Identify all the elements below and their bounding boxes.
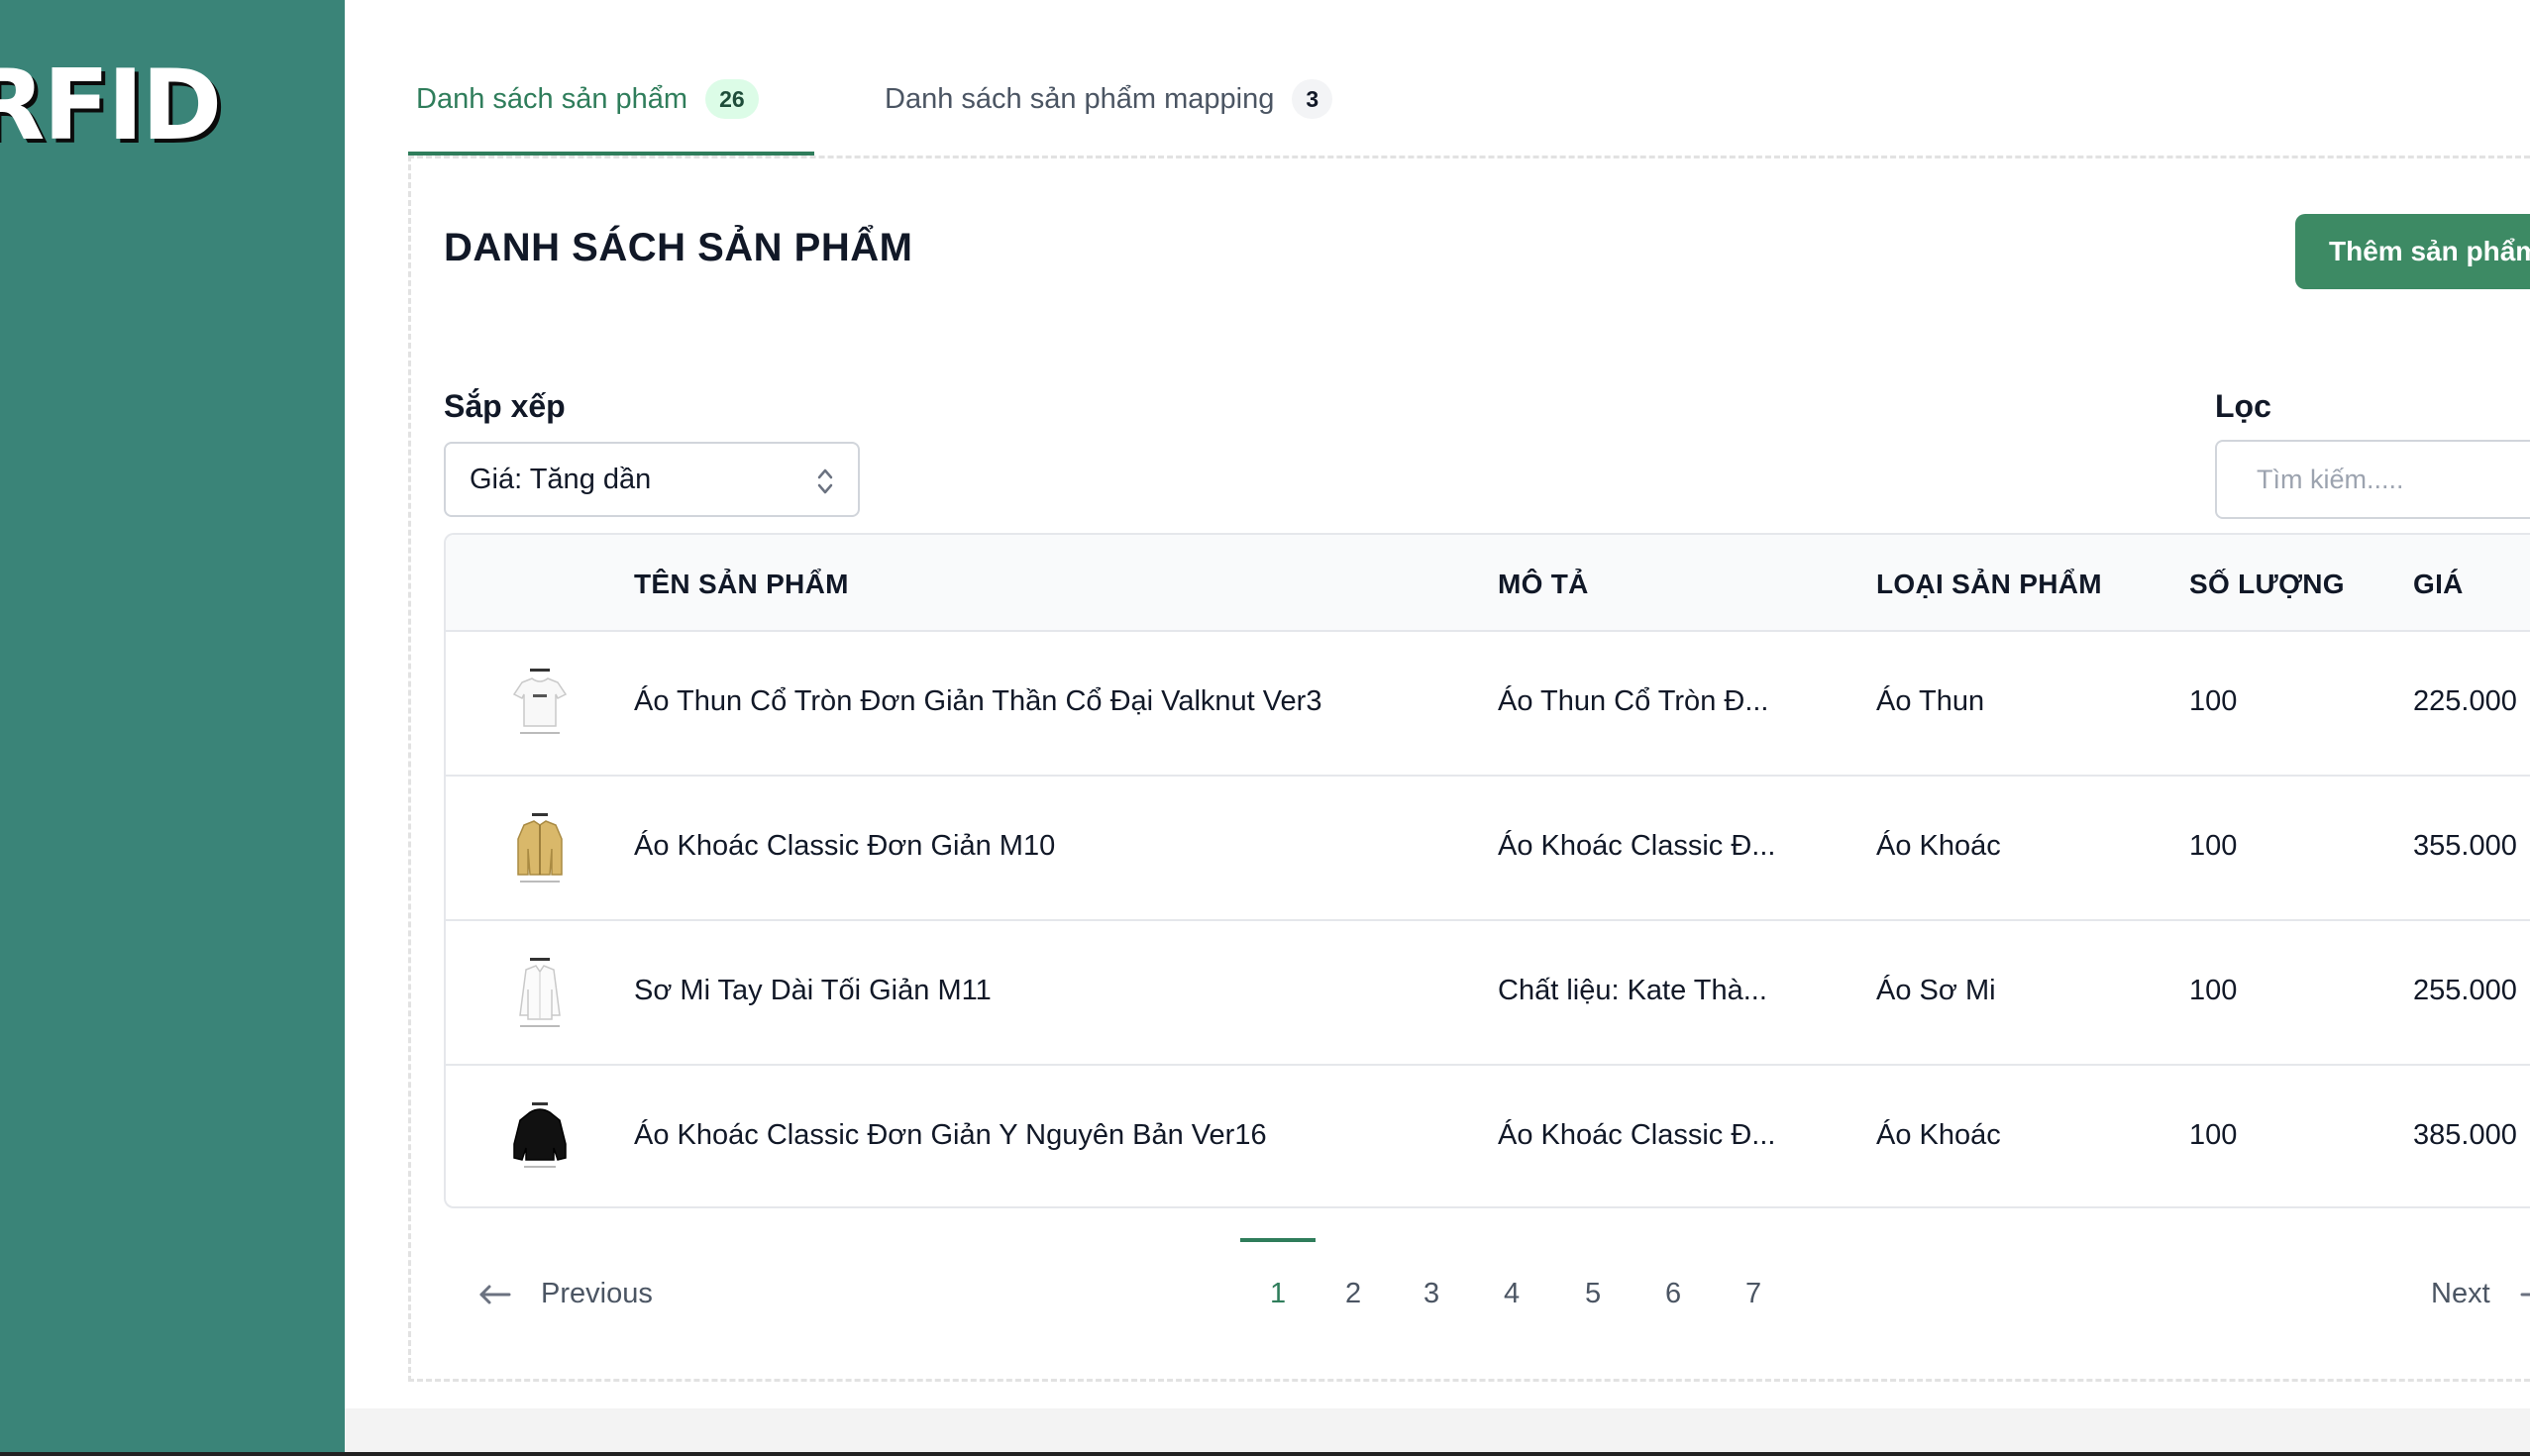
product-name[interactable]: Áo Khoác Classic Đơn Giản Y Nguyên Bản V…	[634, 1119, 1267, 1152]
next-page-button[interactable]: Next	[2431, 1278, 2530, 1310]
product-price: 355.000	[2413, 830, 2517, 862]
page-number-5[interactable]: 5	[1585, 1278, 1601, 1310]
product-type: Áo Khoác	[1876, 1119, 2001, 1151]
sort-label: Sắp xếp	[444, 388, 566, 424]
page-number-6[interactable]: 6	[1665, 1278, 1681, 1310]
black-jacket-icon	[495, 1093, 584, 1183]
sort-selected-value: Giá: Tăng dần	[470, 463, 652, 495]
product-table: TÊN SẢN PHẨM MÔ TẢ LOẠI SẢN PHẨM SỐ LƯỢN…	[444, 533, 2530, 1208]
app-logo[interactable]: RFID	[0, 57, 222, 155]
bottom-strip	[345, 1408, 2530, 1456]
product-name[interactable]: Áo Thun Cổ Tròn Đơn Giản Thần Cổ Đại Val…	[634, 685, 1321, 718]
arrow-left-icon	[479, 1285, 511, 1303]
product-name[interactable]: Sơ Mi Tay Dài Tối Giản M11	[634, 975, 992, 1007]
tab-count-badge: 3	[1292, 79, 1333, 119]
white-tshirt-icon	[495, 660, 584, 749]
product-price: 255.000	[2413, 975, 2517, 1006]
bottom-divider	[0, 1452, 2530, 1456]
tab-count-badge: 26	[705, 79, 759, 119]
product-description: Áo Thun Cổ Tròn Đ...	[1498, 685, 1769, 717]
product-description: Áo Khoác Classic Đ...	[1498, 1119, 1776, 1151]
product-quantity: 100	[2189, 685, 2238, 717]
column-header-name: TÊN SẢN PHẨM	[634, 569, 849, 599]
product-price: 225.000	[2413, 685, 2517, 717]
current-page-indicator	[1240, 1238, 1316, 1242]
page-number-3[interactable]: 3	[1423, 1278, 1439, 1310]
page-number-1[interactable]: 1	[1270, 1278, 1286, 1310]
filter-label: Lọc	[2215, 388, 2271, 424]
product-quantity: 100	[2189, 975, 2238, 1006]
search-input[interactable]	[2215, 440, 2530, 519]
page-number-4[interactable]: 4	[1504, 1278, 1520, 1310]
next-label: Next	[2431, 1278, 2490, 1309]
table-row[interactable]: Áo Khoác Classic Đơn Giản M10 Áo Khoác C…	[446, 777, 2530, 921]
table-row[interactable]: Áo Khoác Classic Đơn Giản Y Nguyên Bản V…	[446, 1066, 2530, 1206]
add-product-button[interactable]: Thêm sản phẩm	[2295, 214, 2530, 289]
page-number-7[interactable]: 7	[1745, 1278, 1761, 1310]
table-row[interactable]: Sơ Mi Tay Dài Tối Giản M11 Chất liệu: Ka…	[446, 921, 2530, 1066]
product-description: Chất liệu: Kate Thà...	[1498, 975, 1767, 1006]
yellow-jacket-icon	[495, 804, 584, 893]
page-number-2[interactable]: 2	[1345, 1278, 1361, 1310]
product-type: Áo Thun	[1876, 685, 1985, 717]
tab-label: Danh sách sản phẩm mapping	[885, 82, 1275, 115]
column-header-type: LOẠI SẢN PHẨM	[1876, 569, 2102, 599]
sidebar: RFID	[0, 0, 345, 1456]
tab-product-list[interactable]: Danh sách sản phẩm 26	[416, 79, 759, 119]
previous-page-button[interactable]: Previous	[477, 1278, 653, 1310]
product-name[interactable]: Áo Khoác Classic Đơn Giản M10	[634, 830, 1055, 863]
table-header: TÊN SẢN PHẨM MÔ TẢ LOẠI SẢN PHẨM SỐ LƯỢN…	[446, 535, 2530, 632]
select-arrows-icon	[817, 468, 833, 494]
sort-select[interactable]: Giá: Tăng dần	[444, 442, 860, 517]
product-type: Áo Khoác	[1876, 830, 2001, 862]
product-quantity: 100	[2189, 830, 2238, 862]
tab-product-mapping[interactable]: Danh sách sản phẩm mapping 3	[885, 79, 1333, 119]
column-header-quantity: SỐ LƯỢNG	[2189, 569, 2345, 599]
product-description: Áo Khoác Classic Đ...	[1498, 830, 1776, 862]
column-header-price: GIÁ	[2413, 569, 2464, 599]
white-shirt-icon	[495, 949, 584, 1038]
previous-label: Previous	[541, 1278, 653, 1309]
product-quantity: 100	[2189, 1119, 2238, 1151]
tab-label: Danh sách sản phẩm	[416, 82, 688, 115]
pagination: Previous 1 2 3 4 5 6 7 Next	[444, 1228, 2530, 1367]
page-title: DANH SÁCH SẢN PHẨM	[444, 226, 913, 269]
tab-bar: Danh sách sản phẩm 26 Danh sách sản phẩm…	[408, 0, 2530, 158]
product-price: 385.000	[2413, 1119, 2517, 1151]
arrow-right-icon	[2520, 1293, 2530, 1296]
product-type: Áo Sơ Mi	[1876, 975, 1996, 1006]
table-row[interactable]: Áo Thun Cổ Tròn Đơn Giản Thần Cổ Đại Val…	[446, 632, 2530, 777]
column-header-description: MÔ TẢ	[1498, 569, 1589, 599]
